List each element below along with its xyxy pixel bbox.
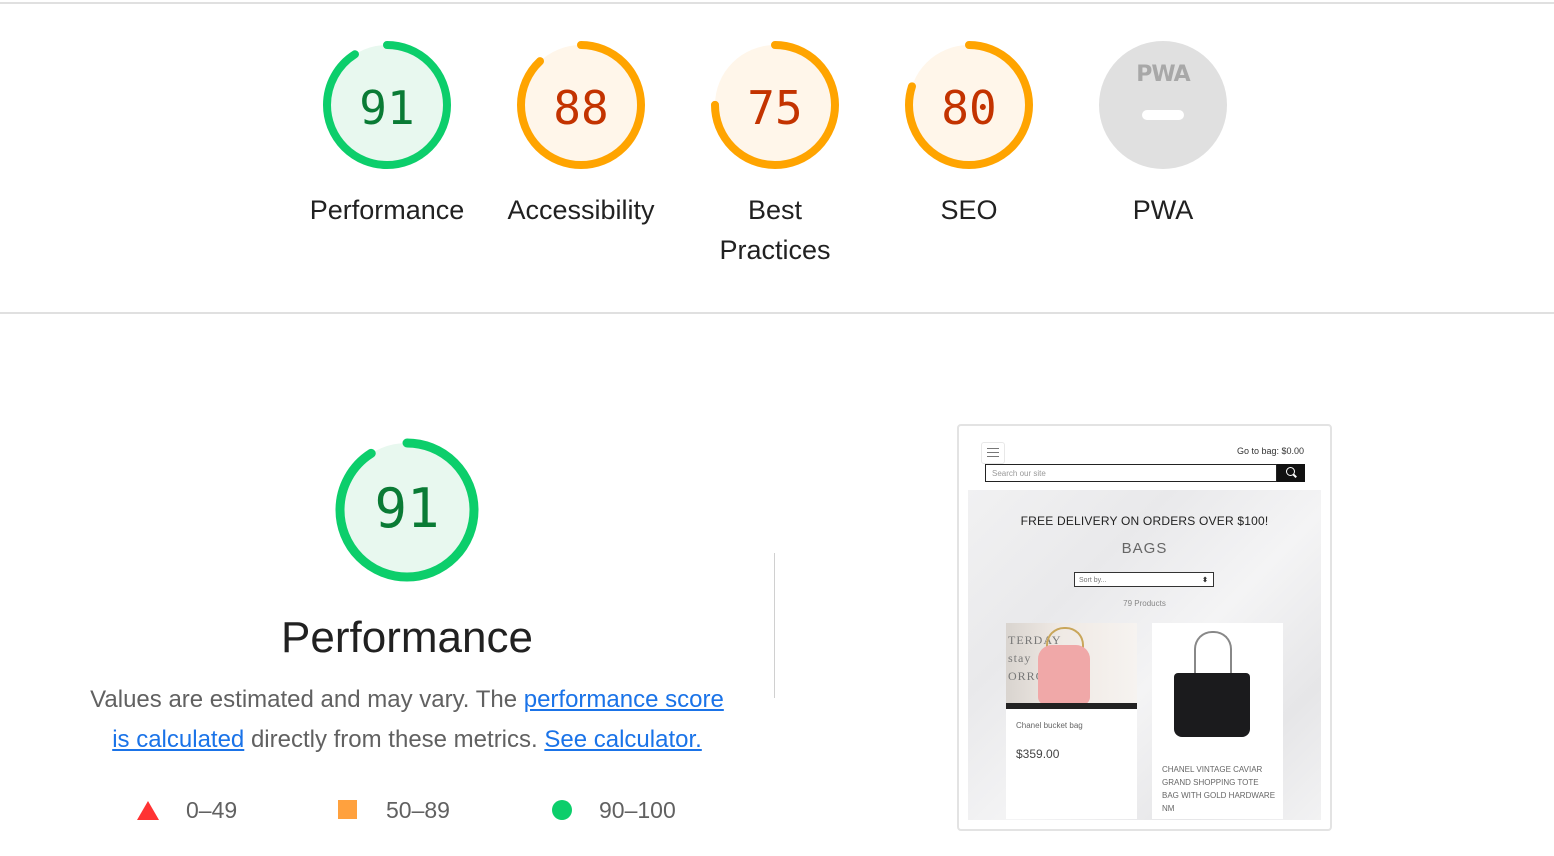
search-icon: [1277, 464, 1305, 482]
product-card: CHANEL VINTAGE CAVIAR GRAND SHOPPING TOT…: [1152, 623, 1283, 819]
gauge-performance[interactable]: 91 Performance: [302, 40, 472, 230]
hamburger-menu-icon: [981, 442, 1005, 464]
performance-title: Performance: [281, 613, 533, 662]
desc-text: directly from these metrics.: [244, 726, 545, 753]
see-calculator-link[interactable]: See calculator.: [544, 726, 701, 753]
legend-range: 50–89: [386, 797, 450, 823]
product-name: Chanel bucket bag: [1016, 721, 1083, 730]
performance-gauge-large: 91: [332, 435, 482, 585]
circle-icon: [552, 800, 572, 820]
top-rule: [0, 2, 1554, 4]
gauge-pwa[interactable]: PWA PWA: [1078, 40, 1248, 230]
category-title: BAGS: [1121, 540, 1168, 557]
sort-select: Sort by... ⬍: [1074, 572, 1214, 587]
performance-description: Values are estimated and may vary. The p…: [80, 680, 734, 760]
black-bag: [1174, 673, 1250, 737]
gauge-score: 88: [553, 81, 609, 135]
bag-handle: [1194, 631, 1232, 677]
gauge-score: 75: [747, 81, 803, 135]
product-name: CHANEL VINTAGE CAVIAR GRAND SHOPPING TOT…: [1162, 765, 1276, 813]
promo-banner: FREE DELIVERY ON ORDERS OVER $100!: [1020, 514, 1269, 528]
gauge-label: SEO: [940, 195, 998, 225]
product-card: TERDAY stay ORROW Chanel bucket bag $359…: [1006, 623, 1137, 819]
legend-range: 90–100: [599, 797, 676, 823]
go-to-bag-link: Go to bag: $0.00: [1236, 446, 1304, 456]
sort-arrow-icon: ⬍: [1202, 577, 1208, 584]
gauge-accessibility[interactable]: 88 Accessibility: [496, 40, 666, 230]
performance-score: 91: [374, 477, 440, 540]
section-rule: [0, 312, 1554, 314]
search-input: Search our site: [985, 464, 1277, 482]
gauge-seo[interactable]: 80 SEO: [884, 40, 1054, 230]
gauge-best-practices[interactable]: 75 Best Practices: [690, 40, 860, 270]
gauge-label: Best Practices: [719, 195, 831, 265]
legend-range: 0–49: [186, 797, 238, 823]
pink-bag: [1038, 645, 1090, 705]
gauge-label: Accessibility: [507, 195, 655, 225]
gauge-label: PWA: [1132, 195, 1194, 225]
shelf: [1006, 703, 1137, 709]
pwa-circle: [1099, 41, 1227, 169]
pwa-badge-icon: PWA: [1136, 62, 1190, 87]
gauge-label: Performance: [309, 195, 465, 225]
product-count: 79 Products: [1123, 599, 1166, 608]
pwa-dash-icon: [1142, 110, 1184, 120]
final-screenshot[interactable]: Go to bag: $0.00 Search our site FREE DE…: [957, 424, 1332, 831]
product-image: TERDAY stay ORROW: [1006, 623, 1137, 709]
gauge-score: 91: [359, 81, 415, 135]
gauge-score: 80: [941, 81, 997, 135]
vertical-divider: [774, 553, 775, 698]
square-icon: [338, 800, 357, 819]
triangle-icon: [137, 801, 159, 820]
product-price: $359.00: [1016, 747, 1060, 761]
sort-placeholder: Sort by...: [1079, 577, 1107, 584]
desc-text: Values are estimated and may vary. The: [90, 686, 524, 713]
